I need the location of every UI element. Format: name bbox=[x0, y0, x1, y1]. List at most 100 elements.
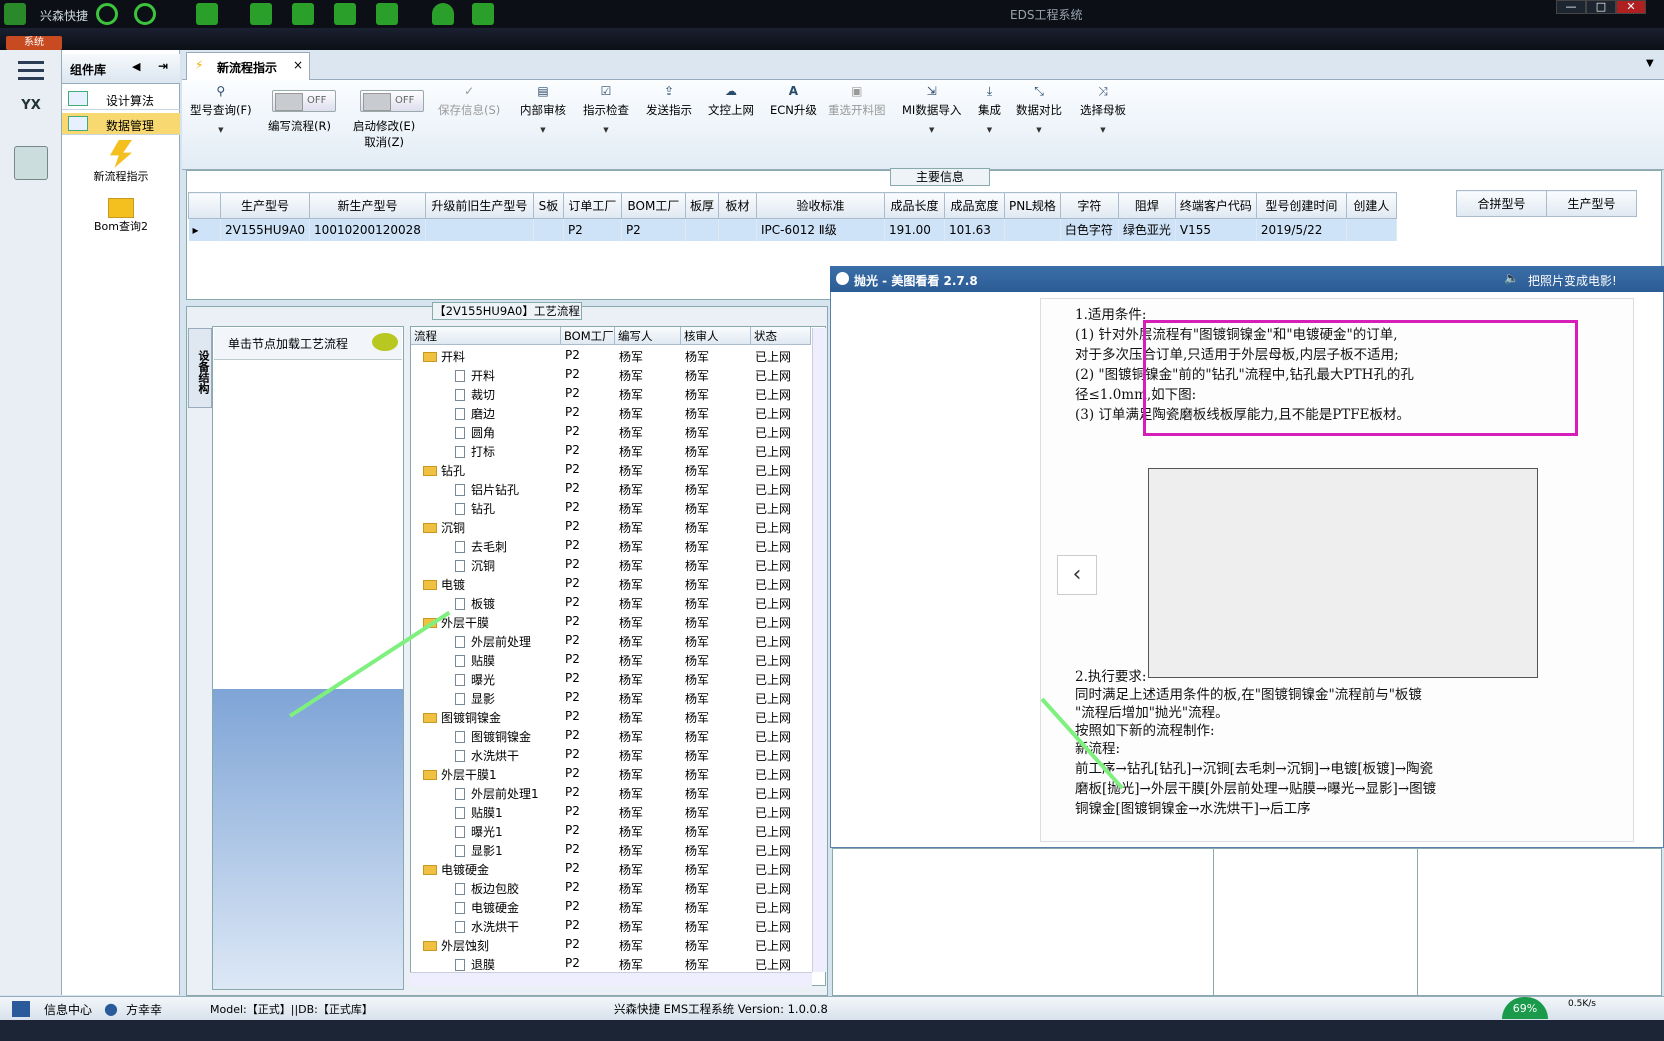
chat-bubble-icon[interactable] bbox=[372, 333, 398, 351]
column-header[interactable]: 成品宽度 bbox=[943, 192, 1005, 219]
tree-row[interactable]: 显影1 P2 杨军 杨军 已上网 bbox=[411, 841, 811, 860]
tree-row[interactable]: 打标 P2 杨军 杨军 已上网 bbox=[411, 442, 811, 461]
tree-row[interactable]: 裁切 P2 杨军 杨军 已上网 bbox=[411, 385, 811, 404]
data-compare-button[interactable]: ⤡ 数据对比 ▼ bbox=[1016, 84, 1062, 134]
tree-row[interactable]: 钻孔 P2 杨军 杨军 已上网 bbox=[411, 461, 811, 480]
minimize-button[interactable]: — bbox=[1556, 0, 1586, 14]
tool-new-flow[interactable]: 新流程指示 bbox=[62, 140, 180, 184]
tree-row[interactable]: 开料 P2 杨军 杨军 已上网 bbox=[411, 366, 811, 385]
column-header[interactable]: 流程 bbox=[411, 327, 561, 345]
column-header[interactable]: 阻焊 bbox=[1117, 192, 1176, 219]
column-header[interactable]: 型号创建时间 bbox=[1255, 192, 1347, 219]
tree-row[interactable]: 图镀铜镍金 P2 杨军 杨军 已上网 bbox=[411, 727, 811, 746]
copy-icon[interactable] bbox=[334, 3, 356, 25]
reselect-cut-image-button[interactable]: ▣ 重选开料图 bbox=[828, 84, 886, 118]
column-header[interactable]: 新生产型号 bbox=[309, 192, 426, 219]
tree-row[interactable]: 贴膜 P2 杨军 杨军 已上网 bbox=[411, 651, 811, 670]
doc-online-button[interactable]: ☁ 文控上网 bbox=[708, 84, 754, 118]
column-header[interactable]: 状态 bbox=[751, 327, 811, 345]
speaker-icon[interactable]: 🔈 bbox=[1504, 271, 1519, 285]
mi-import-button[interactable]: ⇲ MI数据导入 ▼ bbox=[902, 84, 961, 134]
tree-row[interactable]: 贴膜1 P2 杨军 杨军 已上网 bbox=[411, 803, 811, 822]
tree-row[interactable]: 圆角 P2 杨军 杨军 已上网 bbox=[411, 423, 811, 442]
column-header[interactable]: BOM工厂 bbox=[620, 192, 686, 219]
tree-row[interactable]: 电镀 P2 杨军 杨军 已上网 bbox=[411, 575, 811, 594]
tree-row[interactable]: 钻孔 P2 杨军 杨军 已上网 bbox=[411, 499, 811, 518]
instruction-check-button[interactable]: ☑ 指示检查 ▼ bbox=[583, 84, 629, 134]
send-instruction-button[interactable]: ⇪ 发送指示 bbox=[646, 84, 692, 118]
model-query-button[interactable]: ⚲ 型号查询(F) ▼ bbox=[190, 84, 252, 134]
tree-row[interactable]: 图镀铜镍金 P2 杨军 杨军 已上网 bbox=[411, 708, 811, 727]
tree-row[interactable]: 电镀硬金 P2 杨军 杨军 已上网 bbox=[411, 860, 811, 879]
hamburger-menu-icon[interactable] bbox=[10, 56, 52, 88]
maximize-button[interactable]: □ bbox=[1586, 0, 1616, 14]
vertical-tab[interactable]: 设备结构 bbox=[188, 328, 212, 408]
tree-row[interactable]: 外层蚀刻 P2 杨军 杨军 已上网 bbox=[411, 936, 811, 955]
tab-close-icon[interactable]: × bbox=[293, 58, 303, 72]
column-header[interactable]: 板厚 bbox=[684, 192, 719, 219]
column-header[interactable]: 终端客户代码 bbox=[1174, 192, 1257, 219]
column-header[interactable]: 编写人 bbox=[615, 327, 681, 345]
table-icon[interactable] bbox=[196, 3, 218, 25]
globe-icon[interactable] bbox=[134, 3, 156, 25]
ecn-upgrade-button[interactable]: A ECN升级 bbox=[770, 84, 817, 118]
viewer-ad-link[interactable]: 把照片变成电影! bbox=[1528, 272, 1617, 289]
tree-row[interactable]: 开料 P2 杨军 杨军 已上网 bbox=[411, 347, 811, 366]
save-info-button[interactable]: ✓ 保存信息(S) bbox=[438, 84, 500, 118]
system-menu-button[interactable]: 系统 bbox=[6, 36, 62, 50]
column-header[interactable]: 订单工厂 bbox=[562, 192, 622, 219]
tree-horizontal-scrollbar[interactable] bbox=[410, 972, 812, 986]
tree-row[interactable]: 曝光1 P2 杨军 杨军 已上网 bbox=[411, 822, 811, 841]
close-window-button[interactable]: ✕ bbox=[1616, 0, 1646, 14]
column-header[interactable]: 生产型号 bbox=[219, 192, 311, 219]
tree-row[interactable]: 外层前处理 P2 杨军 杨军 已上网 bbox=[411, 632, 811, 651]
component-item-design[interactable]: 设计算法 bbox=[62, 88, 180, 110]
tab-new-flow[interactable]: ⚡ 新流程指示 × bbox=[186, 52, 310, 80]
tree-row[interactable]: 电镀硬金 P2 杨军 杨军 已上网 bbox=[411, 898, 811, 917]
tree-row[interactable]: 外层干膜1 P2 杨军 杨军 已上网 bbox=[411, 765, 811, 784]
column-header[interactable]: 验收标准 bbox=[755, 192, 885, 219]
column-header[interactable]: 创建人 bbox=[1345, 192, 1397, 219]
tree-row[interactable]: 曝光 P2 杨军 杨军 已上网 bbox=[411, 670, 811, 689]
tab-dropdown-icon[interactable]: ▼ bbox=[1646, 58, 1654, 69]
calculator-icon[interactable] bbox=[14, 146, 48, 180]
tree-row[interactable]: 显影 P2 杨军 杨军 已上网 bbox=[411, 689, 811, 708]
tree-row[interactable]: 板边包胶 P2 杨军 杨军 已上网 bbox=[411, 879, 811, 898]
column-header[interactable]: 合拼型号 bbox=[1456, 190, 1547, 217]
yx-factory-icon[interactable]: YX bbox=[8, 98, 54, 136]
tree-row[interactable]: 铝片钻孔 P2 杨军 杨军 已上网 bbox=[411, 480, 811, 499]
table-row[interactable]: ▸ 2V155HU9A0 10010200120028 P2 P2 IPC-6012 Ⅱ级… bbox=[188, 218, 1397, 241]
tree-row[interactable]: 外层前处理1 P2 杨军 杨军 已上网 bbox=[411, 784, 811, 803]
select-motherboard-button[interactable]: ⤨ 选择母板 ▼ bbox=[1080, 84, 1126, 134]
chart-icon[interactable] bbox=[472, 3, 494, 25]
tree-row[interactable]: 沉铜 P2 杨军 杨军 已上网 bbox=[411, 556, 811, 575]
start-edit-toggle[interactable]: OFF bbox=[360, 90, 424, 112]
tree-row[interactable]: 外层干膜 P2 杨军 杨军 已上网 bbox=[411, 613, 811, 632]
column-header[interactable]: BOM工厂 bbox=[561, 327, 615, 345]
tree-row[interactable]: 去毛刺 P2 杨军 杨军 已上网 bbox=[411, 537, 811, 556]
column-header[interactable]: 字符 bbox=[1059, 192, 1119, 219]
grid-icon[interactable] bbox=[376, 3, 398, 25]
tree-row[interactable]: 磨边 P2 杨军 杨军 已上网 bbox=[411, 404, 811, 423]
tree-row[interactable]: 沉铜 P2 杨军 杨军 已上网 bbox=[411, 518, 811, 537]
component-item-data[interactable]: 数据管理 bbox=[62, 113, 180, 135]
previous-image-button[interactable]: ‹ bbox=[1057, 555, 1097, 595]
tool-bom-query[interactable]: Bom查询2 bbox=[62, 198, 180, 234]
column-header[interactable]: 板材 bbox=[717, 192, 757, 219]
column-header[interactable]: PNL规格 bbox=[1003, 192, 1061, 219]
column-header[interactable]: 升级前旧生产型号 bbox=[424, 192, 534, 219]
column-header[interactable]: S板 bbox=[532, 192, 564, 219]
film-icon[interactable] bbox=[292, 3, 314, 25]
tree-row[interactable]: 板镀 P2 杨军 杨军 已上网 bbox=[411, 594, 811, 613]
internal-review-button[interactable]: ▤ 内部审核 ▼ bbox=[520, 84, 566, 134]
info-center-label[interactable]: 信息中心 bbox=[44, 1001, 92, 1018]
tree-row[interactable]: 水洗烘干 P2 杨军 杨军 已上网 bbox=[411, 746, 811, 765]
user-icon[interactable] bbox=[432, 3, 454, 25]
column-header[interactable]: 成品长度 bbox=[883, 192, 945, 219]
integrate-button[interactable]: ⤓ 集成 ▼ bbox=[978, 84, 1001, 134]
pin-icon[interactable]: ⇥ bbox=[158, 59, 168, 73]
collapse-arrow-icon[interactable]: ◀ bbox=[132, 60, 140, 73]
search-icon[interactable] bbox=[96, 3, 118, 25]
column-header[interactable]: 核审人 bbox=[681, 327, 751, 345]
tree-vertical-scrollbar[interactable] bbox=[812, 328, 826, 972]
